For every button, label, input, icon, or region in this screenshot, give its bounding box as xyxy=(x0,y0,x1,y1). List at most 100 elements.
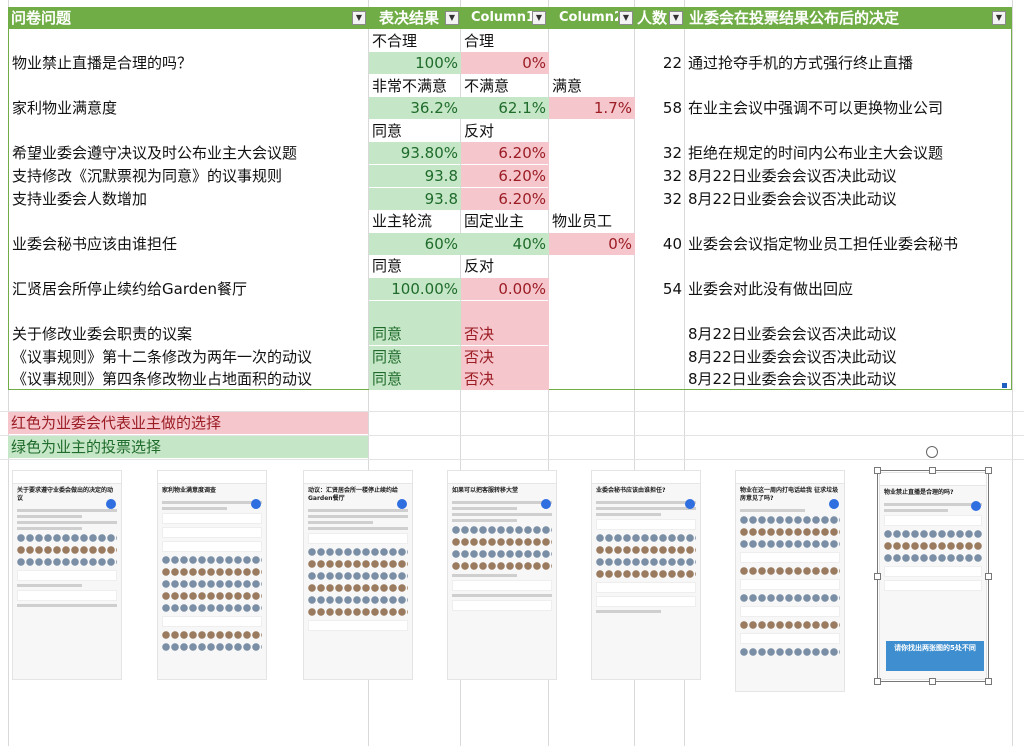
poll-screenshot-thumbnail[interactable]: 动议：汇贤居会所一楼停止续约给Garden餐厅 xyxy=(303,470,413,680)
question-cell[interactable]: 《议事规则》第四条修改物业占地面积的动议 xyxy=(9,368,369,390)
value-cell[interactable]: 同意 xyxy=(369,368,461,390)
value-cell[interactable]: 36.2% xyxy=(369,97,461,119)
rotate-icon[interactable] xyxy=(926,446,938,458)
poll-screenshot-thumbnail[interactable]: 如果可以把客服转移大堂 xyxy=(447,470,557,680)
resize-handle[interactable] xyxy=(874,467,881,474)
resize-handle[interactable] xyxy=(929,467,936,474)
header-decision: 业委会在投票结果公布后的决定 xyxy=(689,9,900,27)
header-column1: Column1 xyxy=(471,10,532,25)
legend-green-note[interactable]: 绿色为业主的投票选择 xyxy=(8,436,368,458)
header-count: 人数 xyxy=(637,9,668,27)
header-column2: Column2 xyxy=(559,10,618,25)
filter-dropdown-icon[interactable]: ▼ xyxy=(352,11,366,25)
value-cell[interactable]: 6.20% xyxy=(461,165,549,187)
question-cell[interactable]: 关于修改业委会职责的议案 xyxy=(9,323,369,345)
legend-red-note[interactable]: 红色为业委会代表业主做的选择 xyxy=(8,412,368,434)
poll-screenshot-thumbnail[interactable]: 关于要求遵守业委会做出的决定的动议 xyxy=(12,470,122,680)
poll-screenshot-thumbnail[interactable]: 家利物业满意度调查 xyxy=(157,470,267,680)
sub-label[interactable]: 同意 xyxy=(369,255,461,277)
logo-icon xyxy=(829,499,839,509)
decision-cell[interactable]: 8月22日业委会会议否决此动议 xyxy=(685,323,1011,345)
question-cell[interactable]: 汇贤居会所停止续约给Garden餐厅 xyxy=(9,278,369,300)
logo-icon xyxy=(106,499,116,509)
count-cell[interactable]: 40 xyxy=(635,233,685,255)
sub-label[interactable]: 满意 xyxy=(549,75,635,97)
sub-label[interactable]: 反对 xyxy=(461,255,549,277)
question-cell[interactable]: 家利物业满意度 xyxy=(9,97,369,119)
grid-line xyxy=(1012,0,1013,746)
logo-icon xyxy=(685,499,695,509)
question-cell[interactable]: 支持业委会人数增加 xyxy=(9,188,369,210)
poll-screenshot-thumbnail[interactable]: 物业在这一周内打电话给我 征求垃圾房意见了吗? xyxy=(735,470,845,692)
poll-screenshot-thumbnail[interactable]: 业委会秘书应该由谁担任? xyxy=(591,470,701,680)
value-cell[interactable]: 93.8 xyxy=(369,188,461,210)
value-cell[interactable]: 6.20% xyxy=(461,188,549,210)
sub-label[interactable]: 固定业主 xyxy=(461,210,549,232)
logo-icon xyxy=(397,499,407,509)
count-cell[interactable]: 32 xyxy=(635,165,685,187)
filter-dropdown-icon[interactable]: ▼ xyxy=(445,11,459,25)
logo-icon xyxy=(251,499,261,509)
count-cell[interactable]: 54 xyxy=(635,278,685,300)
question-cell[interactable]: 业委会秘书应该由谁担任 xyxy=(9,233,369,255)
image-selection-frame[interactable] xyxy=(877,470,989,682)
sub-label[interactable]: 非常不满意 xyxy=(369,75,461,97)
value-cell[interactable]: 93.80% xyxy=(369,142,461,164)
value-cell[interactable]: 100% xyxy=(369,52,461,74)
count-cell[interactable]: 22 xyxy=(635,52,685,74)
logo-icon xyxy=(541,499,551,509)
value-cell[interactable]: 否决 xyxy=(461,368,549,390)
decision-cell[interactable]: 在业主会议中强调不可以更换物业公司 xyxy=(685,97,1011,119)
value-cell[interactable]: 同意 xyxy=(369,323,461,345)
value-cell[interactable]: 60% xyxy=(369,233,461,255)
header-result: 表决结果 xyxy=(379,9,440,27)
value-cell[interactable]: 100.00% xyxy=(369,278,461,300)
resize-handle[interactable] xyxy=(985,467,992,474)
decision-cell[interactable]: 8月22日业委会会议否决此动议 xyxy=(685,346,1011,368)
decision-cell[interactable]: 拒绝在规定的时间内公布业主大会议题 xyxy=(685,142,1011,164)
filter-dropdown-icon[interactable]: ▼ xyxy=(619,11,633,25)
empty-cell[interactable] xyxy=(369,301,461,323)
sub-label[interactable]: 合理 xyxy=(461,30,549,52)
value-cell[interactable]: 40% xyxy=(461,233,549,255)
value-cell[interactable]: 0.00% xyxy=(461,278,549,300)
value-cell[interactable]: 0% xyxy=(549,233,635,255)
sub-label[interactable]: 不满意 xyxy=(461,75,549,97)
value-cell[interactable]: 0% xyxy=(461,52,549,74)
value-cell[interactable]: 同意 xyxy=(369,346,461,368)
value-cell[interactable]: 否决 xyxy=(461,323,549,345)
value-cell[interactable]: 62.1% xyxy=(461,97,549,119)
sub-label[interactable]: 业主轮流 xyxy=(369,210,461,232)
empty-cell[interactable] xyxy=(461,301,549,323)
decision-cell[interactable]: 8月22日业委会会议否决此动议 xyxy=(685,188,1011,210)
resize-handle[interactable] xyxy=(929,678,936,685)
resize-handle[interactable] xyxy=(985,573,992,580)
sub-label[interactable]: 物业员工 xyxy=(549,210,635,232)
filter-dropdown-icon[interactable]: ▼ xyxy=(992,11,1006,25)
filter-dropdown-icon[interactable]: ▼ xyxy=(669,11,683,25)
decision-cell[interactable]: 业委会会议指定物业员工担任业委会秘书 xyxy=(685,233,1011,255)
sub-label[interactable]: 不合理 xyxy=(369,30,461,52)
sub-label[interactable]: 同意 xyxy=(369,120,461,142)
question-cell[interactable]: 《议事规则》第十二条修改为两年一次的动议 xyxy=(9,346,369,368)
question-cell[interactable]: 希望业委会遵守决议及时公布业主大会议题 xyxy=(9,142,369,164)
value-cell[interactable]: 6.20% xyxy=(461,142,549,164)
count-cell[interactable]: 32 xyxy=(635,188,685,210)
value-cell[interactable]: 1.7% xyxy=(549,97,635,119)
sub-label[interactable]: 反对 xyxy=(461,120,549,142)
filter-dropdown-icon[interactable]: ▼ xyxy=(532,11,546,25)
table-resize-handle[interactable] xyxy=(1002,383,1007,388)
resize-handle[interactable] xyxy=(874,678,881,685)
decision-cell[interactable]: 通过抢夺手机的方式强行终止直播 xyxy=(685,52,1011,74)
question-cell[interactable]: 支持修改《沉默票视为同意》的议事规则 xyxy=(9,165,369,187)
value-cell[interactable]: 否决 xyxy=(461,346,549,368)
count-cell[interactable]: 58 xyxy=(635,97,685,119)
resize-handle[interactable] xyxy=(874,573,881,580)
question-cell[interactable]: 物业禁止直播是合理的吗？ xyxy=(9,52,369,74)
decision-cell[interactable]: 8月22日业委会会议否决此动议 xyxy=(685,368,1011,390)
decision-cell[interactable]: 8月22日业委会会议否决此动议 xyxy=(685,165,1011,187)
resize-handle[interactable] xyxy=(985,678,992,685)
count-cell[interactable]: 32 xyxy=(635,142,685,164)
value-cell[interactable]: 93.8 xyxy=(369,165,461,187)
decision-cell[interactable]: 业委会对此没有做出回应 xyxy=(685,278,1011,300)
